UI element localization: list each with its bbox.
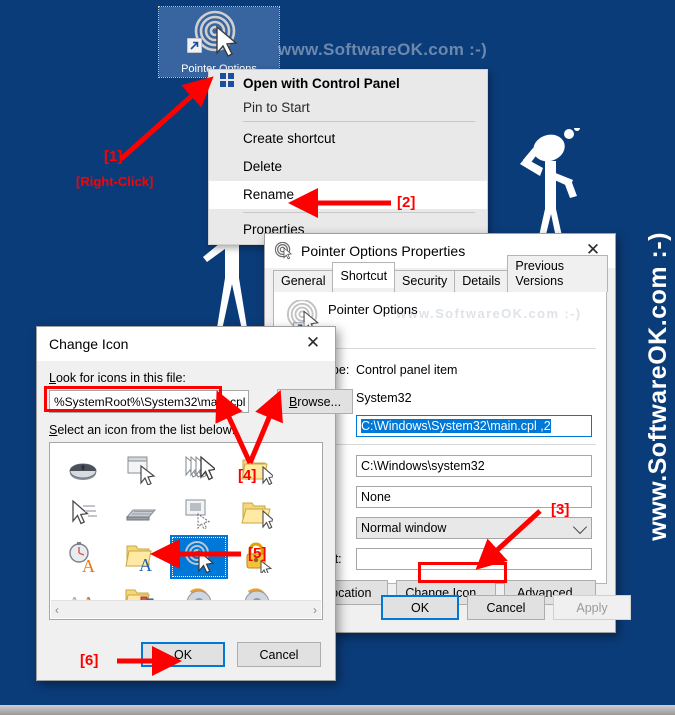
tab-shortcut[interactable]: Shortcut	[332, 262, 396, 288]
shortcut-key-value: None	[361, 490, 391, 504]
tab-security[interactable]: Security	[394, 270, 456, 292]
mouse-icon	[69, 463, 97, 480]
scroll-left-arrow-icon[interactable]: ‹	[55, 603, 59, 617]
start-in-value: C:\Windows\system32	[361, 459, 485, 473]
annotation-label-6: [6]	[80, 652, 99, 669]
annotation-label-5: [5]	[248, 545, 267, 562]
look-for-icons-label: Look for icons in this file:	[49, 371, 186, 385]
menu-item-label: Create shortcut	[243, 131, 336, 146]
open-folder-cursor-icon	[241, 502, 273, 529]
icon-cell-folder-text-icon[interactable]: A	[112, 535, 170, 579]
folder-text-icon: A	[125, 545, 152, 573]
annotation-label-1: [1]	[104, 148, 123, 165]
icon-grid[interactable]: A A	[54, 447, 318, 616]
tab-general[interactable]: General	[273, 270, 334, 292]
target-input-value: C:\Windows\System32\main.cpl ,2	[361, 419, 551, 433]
icon-cell-open-folder-cursor-icon[interactable]	[228, 491, 286, 535]
icon-cell-window-cursor-icon[interactable]	[112, 447, 170, 491]
watermark-top: www.SoftwareOK.com :-)	[278, 40, 488, 59]
cancel-button[interactable]: Cancel	[467, 595, 545, 620]
menu-separator	[243, 121, 475, 122]
annotation-label-4: [4]	[238, 467, 257, 484]
menu-item-label: Pin to Start	[243, 100, 310, 115]
stopwatch-text-icon: A	[69, 542, 95, 573]
pointer-locate-icon	[275, 242, 293, 260]
drag-drop-icon	[185, 499, 211, 529]
watermark-side: www.SoftwareOK.com :-)	[644, 232, 672, 541]
tab-previous-versions[interactable]: Previous Versions	[507, 255, 608, 292]
keyboard-icon	[125, 509, 157, 521]
annotation-label-2: [2]	[397, 194, 416, 211]
menu-item-pin-to-start[interactable]: Pin to Start	[209, 73, 487, 118]
cancel-button[interactable]: Cancel	[237, 642, 321, 667]
select-icon-label: Select an icon from the list below:	[49, 423, 236, 437]
select-icon-rest: elect an icon from the list below:	[57, 423, 236, 437]
icon-list[interactable]: A A ‹ ›	[49, 442, 323, 620]
window-cursor-icon	[127, 456, 156, 485]
horizontal-scrollbar[interactable]: ‹ ›	[51, 600, 321, 618]
annotation-label-3: [3]	[551, 501, 570, 518]
ok-button[interactable]: OK	[381, 595, 459, 620]
icon-file-value: %SystemRoot%\System32\main.cpl	[54, 394, 246, 409]
look-for-icons-rest: ook for icons in this file:	[55, 371, 186, 385]
menu-item-label: Delete	[243, 159, 283, 174]
svg-text:A: A	[139, 555, 152, 573]
menu-item-rename[interactable]: Rename	[209, 181, 487, 209]
icon-cell-cursor-trail-icon[interactable]	[170, 447, 228, 491]
desktop-icon-pointer-options[interactable]: Pointer Options	[158, 6, 280, 78]
svg-text:A: A	[82, 556, 95, 573]
chevron-down-icon[interactable]	[572, 519, 588, 535]
pointer-locate-icon	[185, 541, 215, 573]
close-icon[interactable]: ✕	[291, 327, 335, 359]
icon-cell-folder-cursor-icon[interactable]	[228, 447, 286, 491]
tab-strip[interactable]: General Shortcut Security Details Previo…	[273, 255, 608, 293]
context-menu[interactable]: Open with Control Panel Pin to Start Cre…	[208, 69, 488, 245]
cursor-motion-icon	[72, 499, 97, 525]
menu-item-open-with-control-panel[interactable]: Open with Control Panel	[209, 70, 487, 98]
window-title: Pointer Options Properties	[301, 243, 466, 259]
field-value: System32	[356, 391, 412, 405]
icon-cell-drag-drop-icon[interactable]	[170, 491, 228, 535]
annotation-note-right-click: [Right-Click]	[76, 174, 154, 189]
icon-cell-mouse-icon[interactable]	[54, 447, 112, 491]
icon-file-input[interactable]: %SystemRoot%\System32\main.cpl	[49, 390, 249, 413]
menu-separator	[243, 212, 475, 213]
apply-button: Apply	[553, 595, 631, 620]
menu-item-create-shortcut[interactable]: Create shortcut	[209, 125, 487, 153]
target-input[interactable]: C:\Windows\System32\main.cpl ,2	[356, 415, 592, 437]
menu-item-label: Open with Control Panel	[243, 76, 400, 91]
shortcut-arrow-badge-icon	[187, 38, 202, 53]
scroll-right-arrow-icon[interactable]: ›	[313, 603, 317, 617]
run-value: Normal window	[361, 521, 447, 535]
field-value: Control panel item	[356, 363, 458, 377]
desktop-bottom-bar	[0, 705, 675, 715]
tab-details[interactable]: Details	[454, 270, 509, 292]
shortcut-header: Pointer Options	[286, 300, 418, 334]
run-combobox[interactable]: Normal window	[356, 517, 592, 539]
start-in-input[interactable]: C:\Windows\system32	[356, 455, 592, 477]
icon-cell-stopwatch-text-icon[interactable]: A	[54, 535, 112, 579]
cursor-trail-icon	[185, 455, 215, 481]
titlebar: Change Icon ✕	[37, 327, 335, 361]
menu-item-delete[interactable]: Delete	[209, 153, 487, 181]
browse-rest: rowse...	[297, 394, 342, 409]
change-icon-window: Change Icon ✕ Look for icons in this fil…	[36, 326, 353, 681]
comment-input[interactable]	[356, 548, 592, 570]
shortcut-name: Pointer Options	[328, 302, 418, 317]
icon-cell-pointer-locate-icon[interactable]	[170, 535, 228, 579]
dialog-watermark: www.SoftwareOK.com :-)	[396, 306, 582, 321]
stick-figure-thinking	[520, 128, 580, 248]
icon-cell-cursor-motion-icon[interactable]	[54, 491, 112, 535]
menu-item-label: Rename	[243, 187, 295, 202]
ok-button[interactable]: OK	[141, 642, 225, 667]
window-title: Change Icon	[49, 336, 129, 352]
browse-button[interactable]: Browse...	[277, 389, 353, 414]
icon-cell-keyboard-icon[interactable]	[112, 491, 170, 535]
